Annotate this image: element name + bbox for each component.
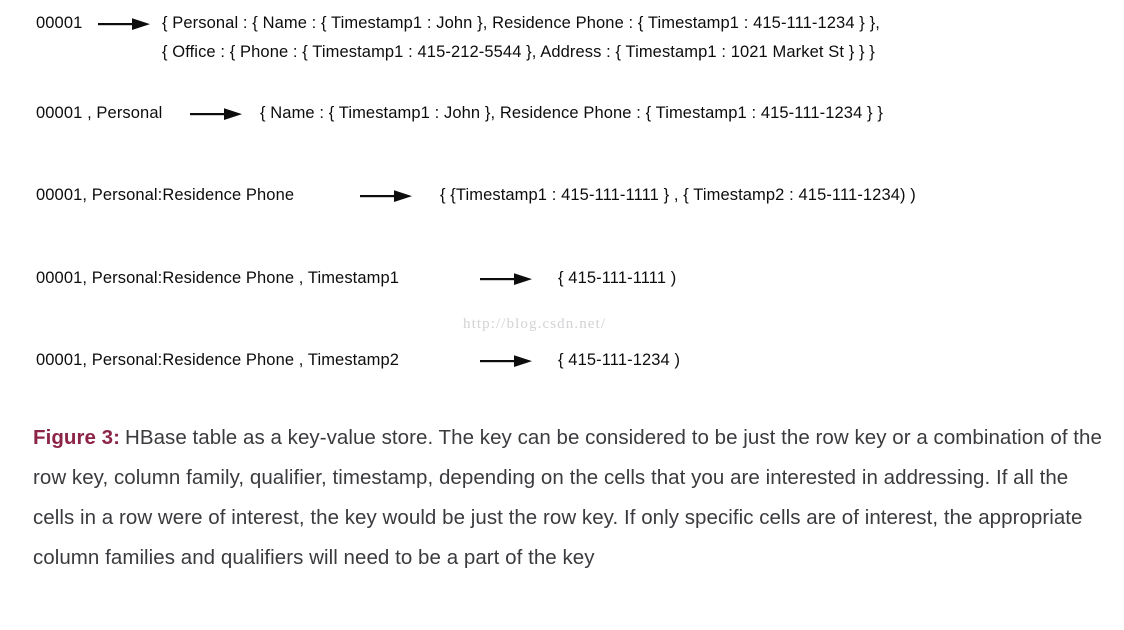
figure-caption-text: HBase table as a key-value store. The ke… xyxy=(33,426,1102,569)
mapping-row: 00001, Personal:Residence Phone , Timest… xyxy=(36,349,680,372)
right-arrow-icon xyxy=(190,103,242,125)
mapping-row: 00001 , Personal { Name : { Timestamp1 :… xyxy=(36,102,883,125)
right-arrow-icon xyxy=(480,268,532,290)
mapping-row: 00001 { Personal : { Name : { Timestamp1… xyxy=(36,12,880,63)
mapping-key: 00001 , Personal xyxy=(36,104,163,122)
mapping-value-line: { Personal : { Name : { Timestamp1 : Joh… xyxy=(162,14,880,32)
mapping-key: 00001, Personal:Residence Phone xyxy=(36,186,295,204)
mapping-value-line: { {Timestamp1 : 415-111-1111 } , { Times… xyxy=(440,186,916,204)
watermark: http://blog.csdn.net/ xyxy=(463,316,607,332)
mapping-value-line: { 415-111-1234 ) xyxy=(558,351,681,369)
mapping-value: { 415-111-1234 ) xyxy=(558,349,680,371)
right-arrow-icon xyxy=(480,350,532,372)
mapping-value-line: { 415-111-1111 ) xyxy=(558,269,677,287)
mapping-value: { {Timestamp1 : 415-111-1111 } , { Times… xyxy=(440,184,916,206)
figure-caption-label: Figure 3: xyxy=(33,426,121,449)
mapping-key: 00001, Personal:Residence Phone , Timest… xyxy=(36,351,400,369)
right-arrow-icon xyxy=(360,185,412,207)
mapping-key: 00001, Personal:Residence Phone , Timest… xyxy=(36,269,400,287)
mapping-value-line: { Name : { Timestamp1 : John }, Residenc… xyxy=(260,104,883,122)
mapping-row: 00001, Personal:Residence Phone , Timest… xyxy=(36,267,676,290)
mapping-value: { Personal : { Name : { Timestamp1 : Joh… xyxy=(162,12,880,63)
mapping-value: { 415-111-1111 ) xyxy=(558,267,676,289)
figure-container: 00001 { Personal : { Name : { Timestamp1… xyxy=(0,0,1124,630)
mapping-value-line: { Office : { Phone : { Timestamp1 : 415-… xyxy=(162,43,875,61)
mapping-row: 00001, Personal:Residence Phone { {Times… xyxy=(36,184,916,207)
mapping-key: 00001 xyxy=(36,14,83,32)
mapping-value: { Name : { Timestamp1 : John }, Residenc… xyxy=(260,102,883,124)
figure-caption: Figure 3: HBase table as a key-value stor… xyxy=(33,418,1109,578)
right-arrow-icon xyxy=(98,13,150,35)
